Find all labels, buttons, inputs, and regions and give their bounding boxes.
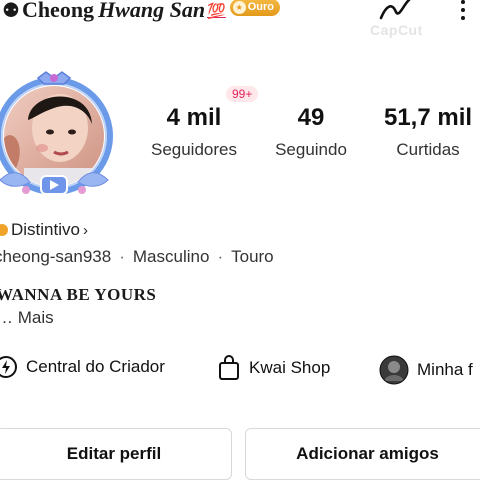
watermark: CapCut (370, 22, 423, 38)
level-icon: ★ (232, 0, 246, 14)
edit-profile-button[interactable]: Editar perfil (0, 428, 232, 480)
handle: cheong-san938 (0, 247, 112, 266)
more-label: Mais (17, 308, 54, 327)
likes-count: 51,7 mil (383, 104, 473, 131)
bio-text: WANNA BE YOURS (0, 285, 157, 304)
shortcut-creator-center[interactable]: Central do Criador (0, 355, 165, 379)
x-mark-icon: ⚉ (2, 0, 20, 22)
avatar-photo-icon (379, 355, 409, 385)
separator-dot: · (217, 247, 224, 266)
shortcut-label: Minha f (417, 360, 473, 379)
profile-name-first: Cheong (21, 0, 95, 22)
profile-name-second: Hwang San (98, 0, 206, 22)
separator-dot: · (119, 247, 125, 266)
avatar[interactable] (0, 68, 122, 198)
more-options-icon[interactable] (458, 0, 468, 22)
badge-label: Ouro (247, 1, 275, 13)
following-count: 49 (297, 104, 325, 131)
profile-name-row: ⚉ Cheong Hwang San 💯 ★ Ouro (0, 0, 281, 23)
shortcut-label: Central do Criador (26, 357, 165, 376)
followers-label: Seguidores (150, 140, 237, 159)
likes-label: Curtidas (396, 140, 460, 159)
profile-meta: cheong-san938 · Masculino · Touro (0, 247, 274, 267)
zodiac-sign: Touro (231, 247, 274, 266)
distintivo-link[interactable]: Distintivo › (0, 220, 88, 240)
avatar-frame-icon (0, 71, 113, 195)
shortcut-kwai-shop[interactable]: Kwai Shop (217, 355, 330, 381)
gender: Masculino (132, 247, 210, 266)
stat-likes[interactable]: 51,7 mil Curtidas (376, 104, 480, 160)
distintivo-label: Distintivo (11, 220, 80, 239)
hundred-emoji: 💯 (207, 2, 226, 20)
shortcut-my-photos[interactable]: Minha f (379, 355, 473, 385)
share-icon[interactable] (378, 0, 412, 22)
badge-coin-icon (0, 224, 8, 236)
chevron-right-icon: › (82, 221, 88, 239)
shortcut-label: Kwai Shop (249, 358, 331, 377)
top-bar: ⚉ Cheong Hwang San 💯 ★ Ouro CapCut (0, 0, 480, 38)
add-friends-button[interactable]: Adicionar amigos (245, 428, 480, 480)
stat-followers[interactable]: 4 mil Seguidores (146, 104, 242, 160)
followers-count: 4 mil (166, 104, 222, 131)
more-link[interactable]: … Mais (0, 308, 54, 328)
following-label: Seguindo (275, 140, 347, 159)
stat-following[interactable]: 49 Seguindo (268, 104, 354, 160)
notification-badge[interactable]: 99+ (226, 86, 259, 102)
lightning-circle-icon (0, 356, 17, 378)
gold-level-badge[interactable]: ★ Ouro (229, 0, 281, 16)
shopping-bag-icon (219, 355, 239, 380)
